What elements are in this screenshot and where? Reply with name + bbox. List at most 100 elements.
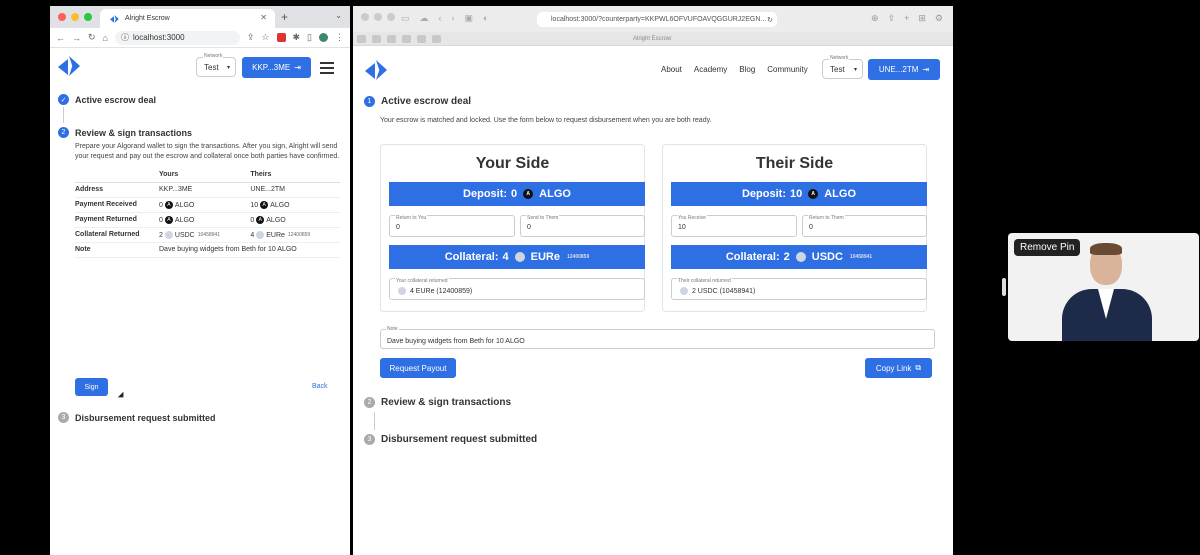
eure-icon (514, 252, 525, 262)
note-value: Dave buying widgets from Beth for 10 ALG… (159, 242, 340, 258)
minimize-window-button[interactable] (71, 13, 79, 21)
their-side-card: Their Side Deposit: 10 A ALGO You Receiv… (662, 144, 927, 312)
nav-blog[interactable]: Blog (739, 65, 755, 74)
new-tab-icon[interactable]: + (281, 10, 288, 24)
step-active-escrow[interactable]: 1 Active escrow deal (364, 96, 471, 107)
network-select[interactable]: Network Test ▾ (822, 55, 863, 79)
forward-arrow-icon[interactable]: → (72, 33, 81, 43)
extension-icon[interactable] (276, 33, 286, 42)
step-active-escrow[interactable]: ✓ Active escrow deal (58, 94, 342, 105)
browser-tab[interactable]: Alright Escrow ✕ (100, 9, 275, 28)
account-button[interactable]: UNE...2TM ⇥ (868, 59, 940, 80)
usdc-icon (680, 287, 688, 295)
send-to-them-input[interactable]: Send to Them 0 (520, 215, 645, 237)
github-icon[interactable] (432, 35, 441, 43)
settings-gear-icon[interactable]: ⚙ (935, 13, 943, 24)
tab-overview-icon[interactable]: ⊞ (918, 13, 926, 24)
nav-community[interactable]: Community (767, 65, 807, 74)
reload-icon[interactable]: ↻ (88, 32, 96, 43)
sidebar-icon[interactable]: ▭ (401, 13, 410, 24)
network-select[interactable]: Network Test ▾ (196, 53, 236, 77)
profile-avatar[interactable] (319, 33, 328, 42)
bookmark-icon[interactable] (372, 35, 381, 43)
step-disbursement[interactable]: 3 Disbursement request submitted (364, 434, 537, 445)
check-icon: ✓ (58, 94, 69, 105)
minimize-window-button[interactable] (374, 13, 382, 21)
step-connector (63, 107, 64, 123)
bookmark-icon[interactable] (387, 35, 396, 43)
home-icon[interactable]: ⌂ (103, 33, 108, 43)
nav-academy[interactable]: Academy (694, 65, 727, 74)
download-icon[interactable]: ⊕ (871, 13, 879, 24)
card-title: Their Side (755, 155, 834, 172)
collateral-label: Collateral: (444, 251, 499, 263)
close-tab-icon[interactable]: ✕ (260, 13, 267, 22)
step-review-sign[interactable]: 2 Review & sign transactions (364, 397, 511, 408)
hamburger-menu-icon[interactable] (320, 62, 334, 77)
sidebar-icon[interactable]: ▯ (307, 32, 312, 43)
share-icon[interactable]: ⇪ (247, 32, 255, 43)
network-label: Network (829, 55, 850, 61)
notion-icon[interactable]: ▣ (465, 13, 474, 24)
window-resize-handle[interactable] (1002, 278, 1006, 296)
return-to-you-input[interactable]: Return to You 0 (389, 215, 515, 237)
new-tab-icon[interactable]: + (904, 13, 909, 24)
share-icon[interactable]: ⇪ (888, 13, 896, 24)
deposit-label: Deposit: (463, 188, 508, 200)
account-button[interactable]: KKP...3ME ⇥ (242, 57, 311, 78)
back-link[interactable]: Back (312, 383, 328, 390)
step-number: 3 (364, 434, 375, 445)
bookmark-icon[interactable] (402, 35, 411, 43)
alright-logo[interactable] (58, 56, 84, 76)
back-arrow-icon[interactable]: ‹ (439, 13, 442, 24)
step-number: 2 (364, 397, 375, 408)
copy-icon: ⧉ (915, 363, 922, 372)
copy-link-button[interactable]: Copy Link ⧉ (865, 358, 932, 378)
url-field[interactable]: ⓘ localhost:3000 (114, 30, 240, 45)
amount: 4 (250, 231, 255, 239)
you-receive-input[interactable]: You Receive 10 (671, 215, 797, 237)
bookmark-icon[interactable] (357, 35, 366, 43)
extensions-puzzle-icon[interactable]: ✱ (293, 32, 301, 43)
step-title: Review & sign transactions (75, 127, 193, 138)
url-field[interactable]: localhost:3000/?counterparty=KKPWL6OFVUF… (537, 12, 777, 27)
close-window-button[interactable] (58, 13, 66, 21)
alright-logo[interactable] (365, 60, 391, 80)
note-input[interactable]: Note Dave buying widgets from Beth for 1… (380, 326, 935, 349)
algo-icon: A (260, 200, 269, 209)
deposit-bar: Deposit: 0 A ALGO (389, 182, 645, 206)
their-collateral-returned-select[interactable]: Their collateral returned 2 USDC (104589… (671, 278, 927, 300)
tab-label: Alright Escrow (633, 36, 672, 42)
shield-icon[interactable]: ◐ (483, 13, 488, 24)
bookmark-star-icon[interactable]: ☆ (261, 32, 269, 43)
nav-about[interactable]: About (661, 65, 682, 74)
video-overlay[interactable]: Remove Pin (1008, 233, 1199, 341)
row-yours: 0 A ALGO (159, 212, 251, 228)
zoom-window-button[interactable] (387, 13, 395, 21)
sign-button[interactable]: Sign (75, 378, 108, 396)
reload-icon[interactable]: ↻ (767, 16, 773, 24)
tab-list-chevron-icon[interactable]: ⌄ (335, 11, 342, 20)
zoom-window-button[interactable] (84, 13, 92, 21)
menu-kebab-icon[interactable]: ⋮ (335, 32, 344, 43)
right-browser-window: ▭ ☁ ‹ › ▣ ◐ localhost:3000/?counterparty… (353, 6, 953, 555)
return-to-them-input[interactable]: Return to Them 0 (802, 215, 927, 237)
cloud-icon[interactable]: ☁ (420, 13, 429, 24)
collateral-amount: 4 (502, 251, 509, 263)
back-arrow-icon[interactable]: ← (56, 33, 65, 43)
asset-id: 10458941 (849, 254, 873, 260)
remove-pin-button[interactable]: Remove Pin (1014, 239, 1081, 256)
your-collateral-returned-select[interactable]: Your collateral returned 4 EURe (1240085… (389, 278, 645, 300)
forward-arrow-icon[interactable]: › (452, 13, 455, 24)
field-label: Return to Them (808, 215, 845, 221)
bookmark-icon[interactable] (417, 35, 426, 43)
request-payout-button[interactable]: Request Payout (380, 358, 456, 378)
usdc-icon (164, 230, 173, 239)
close-window-button[interactable] (361, 13, 369, 21)
step-review-sign[interactable]: 2 Review & sign transactions (58, 127, 342, 138)
unit: ALGO (174, 201, 195, 209)
collateral-amount: 2 (783, 251, 790, 263)
step-disbursement[interactable]: 3 Disbursement request submitted (58, 412, 216, 423)
site-info-icon[interactable]: ⓘ (121, 32, 129, 43)
unit: ALGO (270, 201, 290, 209)
